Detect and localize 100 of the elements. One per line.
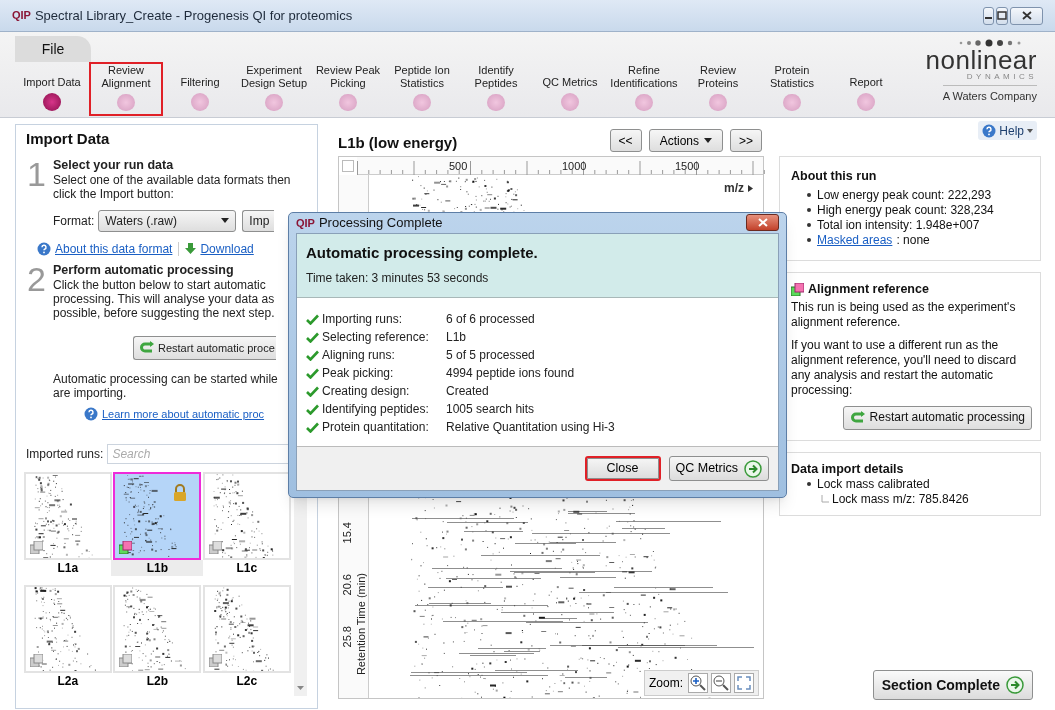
caret-icon [704,138,712,143]
step-label: Protein quantitation: [322,419,430,436]
brand-subtitle: DYNAMICS [966,72,1037,81]
workflow-step[interactable]: Protein Statistics [755,62,829,116]
y-axis-label: Retention Time (min) [355,573,367,676]
app-logo: QIP [12,8,31,24]
bullet-icon [807,482,811,487]
step-text: possible, before suggesting the next step. [53,305,276,320]
workflow-step[interactable]: Identify Peptides [459,62,533,116]
next-button[interactable]: >> [730,129,762,152]
close-icon [1021,11,1032,20]
step-result: Created [446,383,489,400]
minimize-button[interactable] [983,6,994,25]
runs-label: Imported runs: [26,446,104,463]
bullet-icon [807,238,811,243]
step-label: Aligning runs: [322,347,396,364]
map-title: L1b (low energy) [338,132,458,153]
caret-icon [1027,128,1033,133]
workflow-step[interactable]: QC Metrics [533,62,607,116]
app-logo: QIP [296,215,315,231]
reference-badge-icon [791,282,804,296]
workflow-step[interactable]: Peptide Ion Statistics [385,62,459,116]
x-tick-label: 1500 [675,159,700,174]
workflow-step[interactable]: Experiment Design Setup [237,62,311,116]
help-icon [37,241,51,256]
workflow-step[interactable]: Review Alignment [89,62,163,116]
x-axis-label: m/z [724,180,744,197]
download-link[interactable]: Download [200,241,254,256]
workflow-step[interactable]: Import Data [15,62,89,116]
dialog-heading: Automatic processing complete. [306,242,539,263]
step-text: Select one of the available data formats then [53,172,291,187]
y-tick-label: 15.4 [341,522,353,544]
workflow-step[interactable]: Review Proteins [681,62,755,116]
workflow-step[interactable]: Review Peak Picking [311,62,385,116]
help-button[interactable]: Help [978,121,1037,140]
step-heading: Select your run data [53,156,175,173]
step-label: Importing runs: [322,311,404,328]
run-label: L2a [56,673,80,689]
zoom-in-icon[interactable] [688,673,708,693]
card-title: About this run [791,168,878,185]
fit-view-icon[interactable] [734,673,754,693]
close-icon [757,218,768,228]
zoom-out-icon[interactable] [711,673,731,693]
note-text: are importing. [53,385,127,400]
panel-title: Import Data [26,129,111,149]
card-paragraph: If you want to use a different run as the alignment reference, you'll need to discard any analysis and restart the automatic processing: [791,337,1018,398]
step-label: Peak picking: [322,365,395,382]
section-complete-button[interactable]: Section Complete [872,670,1033,700]
previous-button[interactable]: << [609,129,642,152]
run-label: L2b [145,673,169,689]
run-label: L1c [235,560,259,576]
zoom-label: Zoom: [649,675,683,692]
step-result: 1005 search hits [446,401,535,418]
maximize-button[interactable] [996,6,1008,25]
y-tick-label: 25.8 [341,626,353,648]
expand-arrow-icon[interactable] [748,184,753,192]
step-number: 2 [26,261,47,296]
restart-button[interactable]: Restart automatic processing [842,405,1032,430]
y-tick-label: 20.6 [341,574,353,596]
bullet-icon [807,223,811,228]
step-result: 4994 peptide ions found [446,365,575,382]
format-dropdown[interactable]: Waters (.raw) [98,209,237,232]
note-text: Automatic processing can be started while [53,371,279,386]
corner-checkbox[interactable] [342,160,354,172]
help-icon [84,406,98,421]
file-menu[interactable]: File [15,36,91,62]
info-text: : none [896,232,930,248]
restart-icon [849,409,866,426]
import-button[interactable]: Imp [242,209,275,232]
lock-icon [173,484,188,501]
help-icon [982,123,997,138]
step-result: Relative Quantitation using Hi-3 [446,419,615,436]
card-title: Data import details [791,461,905,477]
workflow-step[interactable]: Report [829,62,903,116]
actions-button[interactable]: Actions [648,129,723,152]
masked-areas-link[interactable]: Masked areas [817,232,893,248]
format-label: Format: [53,213,95,228]
workflow-step[interactable]: Filtering [163,62,237,116]
close-dialog-button[interactable]: Close [584,456,661,481]
card-title: Alignment reference [808,281,929,297]
workflow-step[interactable]: Refine Identifications [607,62,681,116]
close-button[interactable] [746,214,779,232]
qc-metrics-button[interactable]: QC Metrics [668,456,769,481]
step-text: click the Import button: [53,186,175,201]
restart-button[interactable]: Restart automatic proce [133,335,276,360]
info-text: High energy peak count: 328,234 [817,202,994,218]
brand-name: nonlinear [925,48,1037,72]
dialog-title: Processing Complete [318,214,443,232]
step-result: 5 of 5 processed [446,347,535,364]
maximize-icon [997,11,1007,20]
step-result: 6 of 6 processed [446,311,535,328]
step-label: Creating design: [322,383,411,400]
bullet-icon [807,208,811,213]
run-thumbnail[interactable] [113,472,202,560]
step-text: Click the button below to start automatic [53,277,267,292]
run-label: L1b [111,560,204,576]
close-button[interactable] [1010,6,1043,25]
learn-more-link[interactable]: Learn more about automatic proc [102,405,265,422]
format-info-link[interactable]: About this data format [55,241,173,256]
scroll-down-icon[interactable] [296,686,304,690]
